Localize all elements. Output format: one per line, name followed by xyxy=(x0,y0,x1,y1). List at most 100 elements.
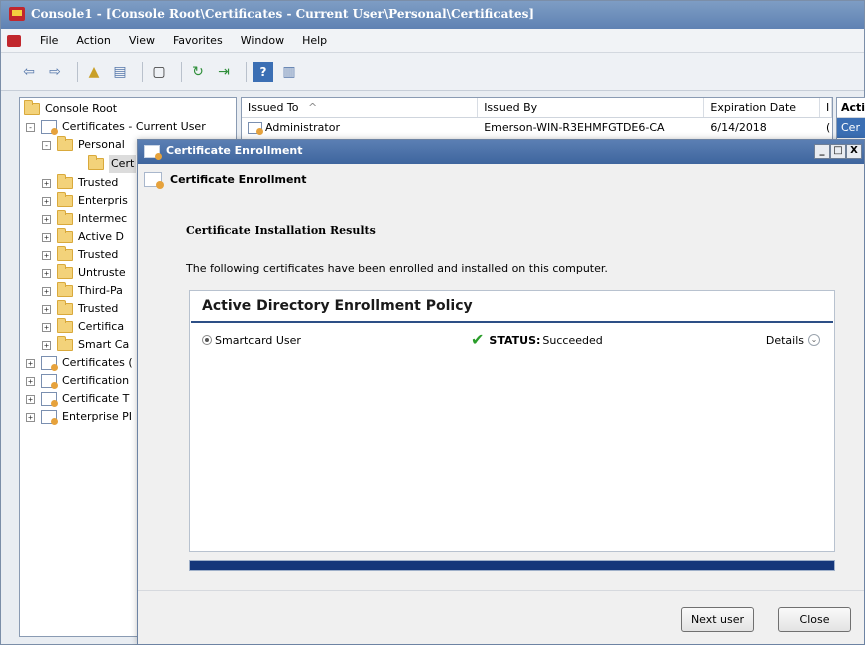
tree-item-active-directory[interactable]: + Active D xyxy=(42,228,124,246)
tree-item-label: Certification xyxy=(62,374,130,387)
folder-icon xyxy=(57,136,73,151)
menu-view[interactable]: View xyxy=(120,30,164,52)
tree-item-trusted-root[interactable]: + Trusted xyxy=(42,174,118,192)
collapse-icon[interactable]: - xyxy=(26,122,35,132)
tree-item-intermediate[interactable]: + Intermec xyxy=(42,210,127,228)
tree-item-certificates-current-user[interactable]: - Certificates - Current User xyxy=(26,118,206,136)
close-window-button[interactable]: X xyxy=(846,144,862,159)
certificate-icon xyxy=(248,122,263,135)
refresh-icon[interactable]: ↻ xyxy=(188,62,208,82)
tree-item-enterprise-trust[interactable]: + Enterpris xyxy=(42,192,128,210)
folder-icon xyxy=(57,228,73,243)
close-button[interactable]: Close xyxy=(778,607,851,632)
expand-icon[interactable]: + xyxy=(42,214,51,224)
expand-icon[interactable]: + xyxy=(42,232,51,242)
menu-bar: File Action View Favorites Window Help xyxy=(1,29,864,53)
expand-icon[interactable]: + xyxy=(26,412,35,422)
tree-item-enterprise-pki[interactable]: + Enterprise PI xyxy=(26,408,132,426)
expand-icon[interactable]: + xyxy=(42,340,51,350)
tree-item-trusted-publishers[interactable]: + Trusted xyxy=(42,246,118,264)
folder-icon xyxy=(24,100,40,115)
tree-item-certificate-enrollment-requests[interactable]: + Certifica xyxy=(42,318,124,336)
actions-item-certificates[interactable]: Cer xyxy=(837,118,865,138)
menu-help[interactable]: Help xyxy=(293,30,336,52)
dialog-header-title: Certificate Enrollment xyxy=(170,172,307,186)
menu-action[interactable]: Action xyxy=(67,30,119,52)
column-issued-to[interactable]: Issued To ^ xyxy=(242,98,479,117)
properties-icon[interactable]: ▢ xyxy=(149,62,169,82)
mmc-app-icon xyxy=(9,7,25,21)
cell-text: Administrator xyxy=(265,121,340,134)
tree-item-third-party[interactable]: + Third-Pa xyxy=(42,282,123,300)
menu-file[interactable]: File xyxy=(31,30,67,52)
expand-icon[interactable]: + xyxy=(42,322,51,332)
toolbar-separator xyxy=(181,61,182,82)
export-list-icon[interactable]: ⇥ xyxy=(214,62,234,82)
certificate-enrollment-dialog: Certificate Enrollment _ □ X Certificate… xyxy=(137,139,865,645)
status-value: Succeeded xyxy=(542,333,603,347)
tree-item-label: Intermec xyxy=(78,212,128,225)
column-issued-by[interactable]: Issued By xyxy=(478,98,705,117)
back-arrow-icon[interactable]: ⇦ xyxy=(19,62,39,82)
forward-arrow-icon[interactable]: ⇨ xyxy=(45,62,65,82)
show-hide-tree-icon[interactable]: ▤ xyxy=(110,62,130,82)
table-row[interactable]: Administrator Emerson-WIN-R3EHMFGTDE6-CA… xyxy=(242,118,832,138)
expand-icon[interactable]: + xyxy=(42,304,51,314)
next-user-button[interactable]: Next user xyxy=(681,607,754,632)
check-mark-icon: ✔ xyxy=(471,330,485,349)
menu-favorites[interactable]: Favorites xyxy=(164,30,232,52)
tree-item-label: Trusted xyxy=(78,176,119,189)
tree-item-smart-card[interactable]: + Smart Ca xyxy=(42,336,129,354)
menu-window[interactable]: Window xyxy=(232,30,293,52)
minimize-button[interactable]: _ xyxy=(814,144,830,159)
tree-item-label: Third-Pa xyxy=(78,284,123,297)
certificate-name: Smartcard User xyxy=(215,333,301,347)
tree-item-label: Certifica xyxy=(78,320,125,333)
tree-item-console-root[interactable]: Console Root xyxy=(24,100,117,118)
chevron-down-icon[interactable]: ⌄ xyxy=(808,334,820,346)
dialog-footer: Next user Close xyxy=(138,590,864,645)
enterprise-pki-icon xyxy=(41,410,58,425)
window-title: Console1 - [Console Root\Certificates - … xyxy=(31,7,535,21)
cell-intended-purposes: ( xyxy=(826,121,831,134)
toolbar-separator xyxy=(246,61,247,82)
expand-icon[interactable]: + xyxy=(42,196,51,206)
tree-item-label: Trusted xyxy=(78,302,119,315)
certificate-radio[interactable] xyxy=(202,335,212,345)
folder-icon xyxy=(57,282,73,297)
expand-icon[interactable]: + xyxy=(42,178,51,188)
details-toggle[interactable]: Details ⌄ xyxy=(766,331,820,349)
tree-item-certificate-templates[interactable]: + Certificate T xyxy=(26,390,129,408)
maximize-button[interactable]: □ xyxy=(830,144,846,159)
menu-app-icon[interactable] xyxy=(7,34,21,47)
status-label: STATUS: xyxy=(489,333,541,347)
expand-icon[interactable]: + xyxy=(42,268,51,278)
expand-icon[interactable]: + xyxy=(26,376,35,386)
tree-item-certificates-local[interactable]: + Certificates ( xyxy=(26,354,133,372)
certification-authority-icon xyxy=(41,374,58,389)
tree-item-trusted-people[interactable]: + Trusted xyxy=(42,300,118,318)
tree-item-untrusted[interactable]: + Untruste xyxy=(42,264,126,282)
cell-issued-to: Administrator xyxy=(242,118,478,138)
progress-bar xyxy=(189,560,835,571)
column-intended-purposes[interactable]: I xyxy=(820,98,832,117)
tree-item-personal-certificates[interactable]: Cert xyxy=(88,155,137,173)
expand-icon[interactable]: + xyxy=(42,286,51,296)
folder-icon xyxy=(57,192,73,207)
collapse-icon[interactable]: - xyxy=(42,140,51,150)
help-icon[interactable]: ? xyxy=(253,61,273,82)
folder-icon xyxy=(57,264,73,279)
cell-expiration-date: 6/14/2018 xyxy=(710,121,767,134)
expand-icon[interactable]: + xyxy=(26,358,35,368)
certificate-templates-icon xyxy=(41,392,58,407)
section-title: Certificate Installation Results xyxy=(186,224,376,237)
tree-item-label: Enterpris xyxy=(78,194,128,207)
tree-item-certification-authority[interactable]: + Certification xyxy=(26,372,129,390)
up-folder-icon[interactable]: ▲ xyxy=(84,62,104,82)
column-expiration-date[interactable]: Expiration Date xyxy=(704,98,821,117)
tree-item-label: Certificates ( xyxy=(62,356,133,369)
expand-icon[interactable]: + xyxy=(26,394,35,404)
show-hide-action-pane-icon[interactable]: ▥ xyxy=(279,62,299,82)
tree-item-personal[interactable]: - Personal xyxy=(42,136,125,154)
expand-icon[interactable]: + xyxy=(42,250,51,260)
